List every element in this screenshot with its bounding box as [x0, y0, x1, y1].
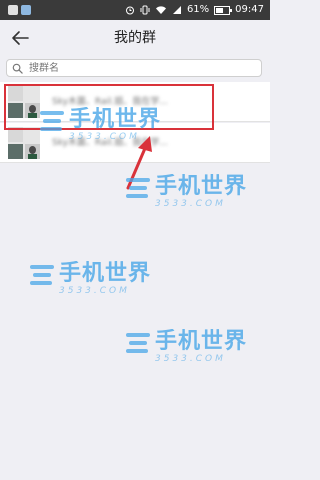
search-icon [12, 63, 23, 74]
watermark-logo-icon [126, 333, 152, 355]
battery-icon [214, 5, 233, 15]
highlight-box [4, 84, 214, 130]
vibrate-icon [140, 5, 150, 15]
watermark-brand-cn: 手机世界 [155, 329, 248, 354]
watermark-brand-en: 3533.COM [155, 354, 226, 364]
page-title: 我的群 [114, 30, 156, 46]
watermark-brand-cn: 手机世界 [59, 261, 152, 286]
alarm-icon [125, 6, 134, 15]
avatar-tile [25, 144, 40, 159]
annotation-arrow-icon [126, 136, 152, 190]
watermark: 手机世界 3533.COM [126, 330, 247, 364]
battery-percent: 61% [186, 4, 210, 15]
search-placeholder: 搜群名 [29, 63, 59, 74]
status-bar-notifications [8, 0, 31, 20]
status-bar-system: 61% 09:47 [125, 0, 264, 20]
status-time: 09:47 [235, 4, 264, 15]
watermark-logo-icon [30, 265, 56, 287]
watermark-brand-en: 3533.COM [59, 286, 130, 296]
watermark-brand-cn: 手机世界 [155, 174, 248, 199]
search-input[interactable]: 搜群名 [6, 59, 262, 77]
app-icon [8, 5, 18, 15]
app-header: 我的群 [0, 20, 270, 56]
wifi-icon [155, 6, 166, 14]
avatar [8, 127, 40, 159]
app-icon [21, 5, 31, 15]
avatar-tile [8, 144, 23, 159]
watermark: 手机世界 3533.COM [30, 262, 151, 296]
battery-level [216, 7, 224, 13]
signal-icon [172, 6, 181, 14]
watermark-brand-en: 3533.COM [155, 199, 226, 209]
status-bar: 61% 09:47 [0, 0, 270, 20]
